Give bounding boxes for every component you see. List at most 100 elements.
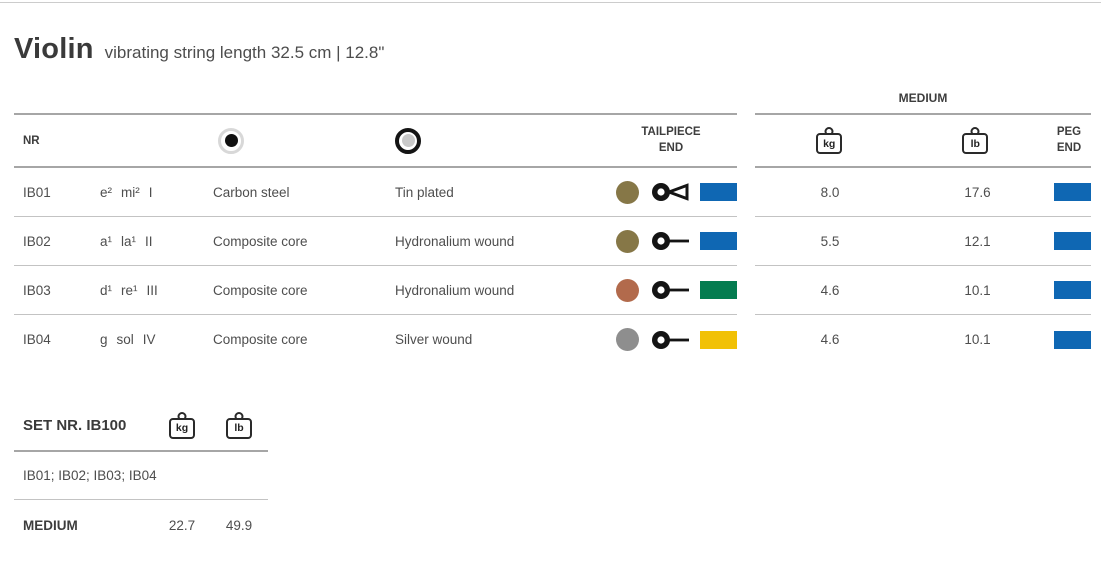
tailpiece-color-swatch [700, 232, 737, 250]
note-pitch: e² [100, 184, 113, 200]
peg-end-cell [1050, 183, 1091, 201]
tension-row: 4.6 10.1 [755, 315, 1091, 364]
lb-weight-icon-label: lb [962, 133, 989, 154]
string-nr: IB04 [23, 332, 51, 347]
ball-end-icon [650, 181, 694, 203]
nr-column-header: NR [23, 134, 40, 147]
tension-table: kg lb PEG END 8.0 17.6 5.5 12.1 4.6 10.1… [755, 113, 1091, 364]
note-pitch: d¹ [100, 282, 113, 298]
string-note: g sol IV [100, 332, 213, 347]
lb-column-header: lb [903, 127, 1047, 154]
tension-kg: 4.6 [820, 332, 840, 347]
note-solfege: re¹ [121, 282, 138, 298]
ball-end-icon [650, 329, 694, 351]
winding-material-icon [395, 127, 421, 154]
core-material: Carbon steel [213, 184, 290, 200]
peg-end-label: PEG END [1056, 125, 1082, 154]
page-header: Violin vibrating string length 32.5 cm |… [14, 33, 384, 66]
core-material: Composite core [213, 282, 308, 298]
set-tension-kg: 22.7 [168, 517, 196, 533]
spec-sheet-page: Violin vibrating string length 32.5 cm |… [0, 0, 1101, 563]
winding-material: Hydronalium wound [395, 282, 515, 298]
tailpiece-end-cell [552, 229, 737, 253]
note-solfege: la¹ [121, 233, 137, 249]
peg-color-swatch [1054, 281, 1091, 299]
note-solfege: sol [116, 332, 134, 347]
gauge-group-label: MEDIUM [898, 91, 948, 105]
kg-weight-icon-label: kg [169, 417, 195, 439]
set-number-title: SET NR. IB100 [23, 416, 127, 434]
winding-column-header [395, 127, 552, 154]
kg-weight-icon: kg [816, 127, 843, 154]
string-note: a¹ la¹ II [100, 234, 213, 249]
note-position: II [145, 233, 153, 249]
tension-lb: 12.1 [964, 233, 991, 249]
table-row: IB01 e² mi² I Carbon steel Tin plated [14, 168, 737, 217]
peg-end-cell [1050, 281, 1091, 299]
table-row: IB03 d¹ re¹ III Composite core Hydronali… [14, 266, 737, 315]
strings-table-header: NR TAILPIECE END [14, 113, 737, 168]
winding-material: Tin plated [395, 184, 454, 200]
note-solfege: mi² [121, 184, 140, 200]
top-divider [0, 2, 1101, 3]
tension-kg: 5.5 [820, 233, 840, 249]
set-table: SET NR. IB100 kg lb IB01; IB02; IB03; IB… [14, 400, 268, 550]
winding-material: Silver wound [395, 332, 473, 347]
tailpiece-color-swatch [700, 330, 737, 349]
core-material-icon-dot [224, 134, 238, 147]
tension-lb: 10.1 [964, 332, 991, 347]
ball-end-icon [650, 279, 694, 301]
core-column-header [213, 127, 395, 154]
tension-table-header: kg lb PEG END [755, 113, 1091, 168]
tension-row: 8.0 17.6 [755, 168, 1091, 217]
note-position: III [146, 282, 158, 298]
tailpiece-end-cell [552, 278, 737, 302]
kg-column-header: kg [755, 127, 903, 154]
peg-column-header: PEG END [1047, 125, 1091, 156]
set-tension-lb: 49.9 [225, 517, 253, 533]
tailpiece-end-label: TAILPIECE END [641, 125, 701, 154]
tension-kg: 4.6 [820, 282, 840, 298]
note-pitch: a¹ [100, 233, 113, 249]
note-position: IV [142, 332, 156, 347]
core-material: Composite core [213, 233, 308, 249]
lb-weight-icon: lb [226, 411, 252, 439]
lb-weight-icon: lb [962, 127, 989, 154]
peg-end-cell [1050, 330, 1091, 349]
set-kg-column-header: kg [154, 411, 210, 439]
set-tension-row: MEDIUM 22.7 49.9 [14, 500, 268, 550]
core-material: Composite core [213, 332, 308, 347]
ball-end-icon [650, 230, 694, 252]
table-row: IB02 a¹ la¹ II Composite core Hydronaliu… [14, 217, 737, 266]
tailpiece-end-cell [552, 328, 737, 351]
string-nr: IB03 [23, 282, 51, 298]
string-nr: IB01 [23, 184, 51, 200]
page-subtitle: vibrating string length 32.5 cm | 12.8" [104, 43, 385, 62]
note-pitch: g [100, 332, 108, 347]
kg-weight-icon: kg [169, 411, 195, 439]
tailpiece-column-header: TAILPIECE END [552, 125, 737, 156]
peg-color-swatch [1054, 183, 1091, 201]
set-gauge-label: MEDIUM [23, 517, 78, 533]
note-position: I [148, 184, 153, 200]
winding-material: Hydronalium wound [395, 233, 515, 249]
silking-color-dot [616, 229, 639, 253]
set-table-header: SET NR. IB100 kg lb [14, 400, 268, 452]
silking-color-dot [616, 328, 639, 351]
page-title: Violin [14, 33, 94, 65]
kg-weight-icon-label: kg [816, 133, 843, 154]
lb-weight-icon-label: lb [226, 417, 252, 439]
string-nr: IB02 [23, 233, 51, 249]
tension-row: 4.6 10.1 [755, 266, 1091, 315]
set-contents-row: IB01; IB02; IB03; IB04 [14, 452, 268, 500]
set-lb-column-header: lb [210, 411, 268, 439]
tailpiece-color-swatch [700, 183, 737, 201]
silking-color-dot [616, 278, 639, 302]
string-note: e² mi² I [100, 185, 213, 200]
tailpiece-end-cell [552, 180, 737, 204]
winding-material-icon-fill [401, 134, 415, 147]
peg-color-swatch [1054, 232, 1091, 250]
tension-row: 5.5 12.1 [755, 217, 1091, 266]
peg-end-cell [1050, 232, 1091, 250]
core-material-icon [218, 127, 244, 154]
